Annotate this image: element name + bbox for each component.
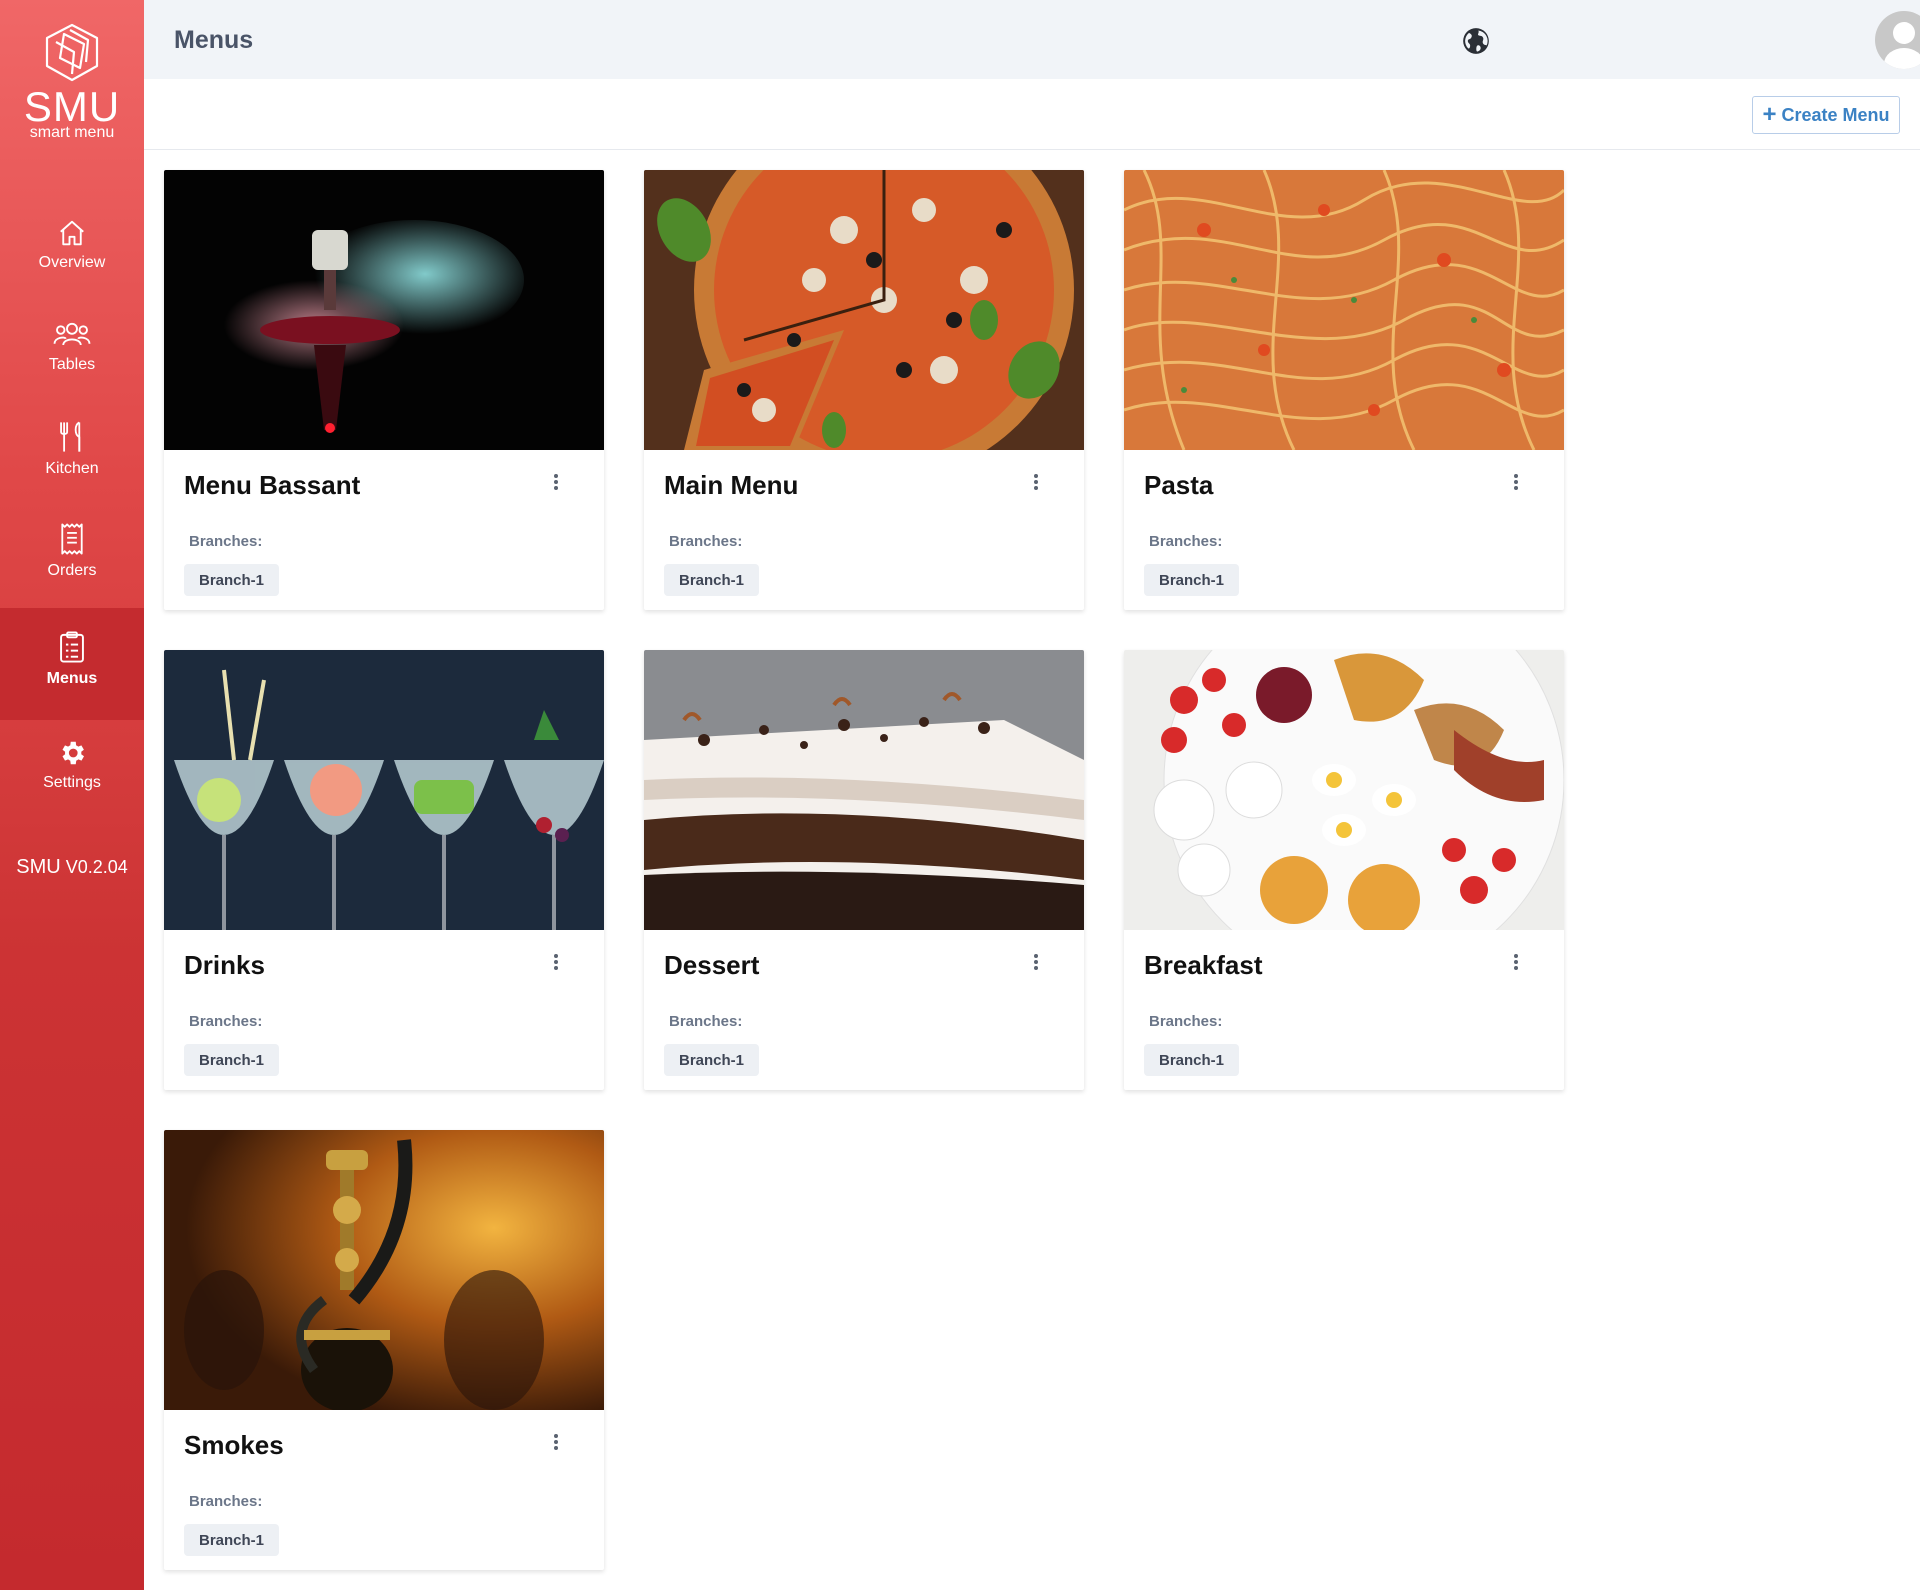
top-header: Menus — [144, 0, 1920, 79]
sidebar-item-settings[interactable]: Settings — [0, 738, 144, 810]
cake-image — [644, 650, 1084, 930]
more-options-icon[interactable] — [546, 946, 566, 980]
menu-title: Drinks — [184, 950, 265, 980]
gear-icon — [62, 741, 84, 765]
branch-chip: Branch-1 — [184, 1524, 280, 1556]
branches-label: Branches: — [669, 1013, 743, 1030]
more-options-icon[interactable] — [546, 466, 566, 500]
sidebar-item-label: Settings — [43, 774, 101, 791]
branches-label: Branches: — [189, 1013, 263, 1030]
menu-title: Breakfast — [1144, 950, 1263, 980]
menu-card[interactable]: Smokes Branches: Branch-1 — [164, 1130, 604, 1570]
menu-card[interactable]: Dessert Branches: Branch-1 — [644, 650, 1084, 1090]
sidebar-item-orders[interactable]: Orders — [0, 522, 144, 594]
branches-label: Branches: — [1149, 533, 1223, 550]
menu-title: Dessert — [664, 950, 760, 980]
menu-title: Pasta — [1144, 470, 1214, 500]
sidebar-item-label: Tables — [48, 356, 96, 373]
menu-card[interactable]: Drinks Branches: Branch-1 — [164, 650, 604, 1090]
menu-card[interactable]: Main Menu Branches: Branch-1 — [644, 170, 1084, 610]
branch-chip: Branch-1 — [1144, 1044, 1240, 1076]
branch-chip: Branch-1 — [184, 564, 280, 596]
sidebar-item-label: Orders — [47, 562, 97, 579]
more-options-icon[interactable] — [1026, 946, 1046, 980]
sidebar-item-tables[interactable]: Tables — [0, 320, 144, 390]
clipboard-icon — [60, 631, 84, 663]
more-options-icon[interactable] — [546, 1426, 566, 1460]
branch-chip: Branch-1 — [184, 1044, 280, 1076]
branches-label: Branches: — [189, 533, 263, 550]
sidebar: SMU smart menu Overview Tables Kitchen O… — [0, 0, 144, 1590]
menu-card[interactable]: Pasta Branches: Branch-1 — [1124, 170, 1564, 610]
branch-chip: Branch-1 — [664, 1044, 760, 1076]
create-menu-button[interactable]: + Create Menu — [1752, 96, 1900, 134]
logo-tagline: smart menu — [29, 124, 115, 141]
receipt-icon — [61, 523, 83, 555]
sidebar-item-label: Overview — [38, 254, 106, 271]
breakfast-platter-image — [1124, 650, 1564, 930]
page-title: Menus — [174, 26, 254, 54]
sidebar-item-kitchen[interactable]: Kitchen — [0, 420, 144, 492]
more-options-icon[interactable] — [1506, 946, 1526, 980]
spaghetti-image — [1124, 170, 1564, 450]
more-options-icon[interactable] — [1506, 466, 1526, 500]
page-toolbar — [144, 79, 1920, 150]
sidebar-item-label: Kitchen — [45, 460, 99, 477]
menu-card[interactable]: Menu Bassant Branches: Branch-1 — [164, 170, 604, 610]
more-options-icon[interactable] — [1026, 466, 1046, 500]
menu-title: Smokes — [184, 1430, 284, 1460]
sidebar-item-menus[interactable]: Menus — [0, 608, 144, 720]
logo[interactable]: SMU smart menu — [0, 22, 144, 141]
cocktails-image — [164, 650, 604, 930]
globe-icon[interactable] — [1462, 27, 1490, 55]
utensils-icon — [60, 421, 81, 452]
user-avatar-icon[interactable] — [1874, 10, 1920, 70]
menu-title: Main Menu — [664, 470, 799, 500]
version-brand: SMU — [16, 856, 61, 878]
version-number: V0.2.04 — [65, 857, 128, 877]
menu-card[interactable]: Breakfast Branches: Branch-1 — [1124, 650, 1564, 1090]
pizza-image — [644, 170, 1084, 450]
logo-brand: SMU — [23, 83, 121, 130]
hookah-smoke-image — [164, 170, 604, 450]
plus-icon: + — [1762, 101, 1777, 128]
branches-label: Branches: — [189, 1493, 263, 1510]
create-menu-label: Create Menu — [1781, 104, 1890, 125]
users-icon — [53, 322, 91, 346]
menu-title: Menu Bassant — [184, 470, 361, 500]
version-label: SMU V0.2.04 — [0, 856, 144, 879]
home-icon — [60, 220, 84, 246]
branch-chip: Branch-1 — [664, 564, 760, 596]
hookah-bar-image — [164, 1130, 604, 1410]
branch-chip: Branch-1 — [1144, 564, 1240, 596]
logo-mark-icon — [45, 23, 99, 82]
sidebar-item-overview[interactable]: Overview — [0, 218, 144, 288]
branches-label: Branches: — [1149, 1013, 1223, 1030]
branches-label: Branches: — [669, 533, 743, 550]
sidebar-item-label: Menus — [46, 670, 98, 687]
